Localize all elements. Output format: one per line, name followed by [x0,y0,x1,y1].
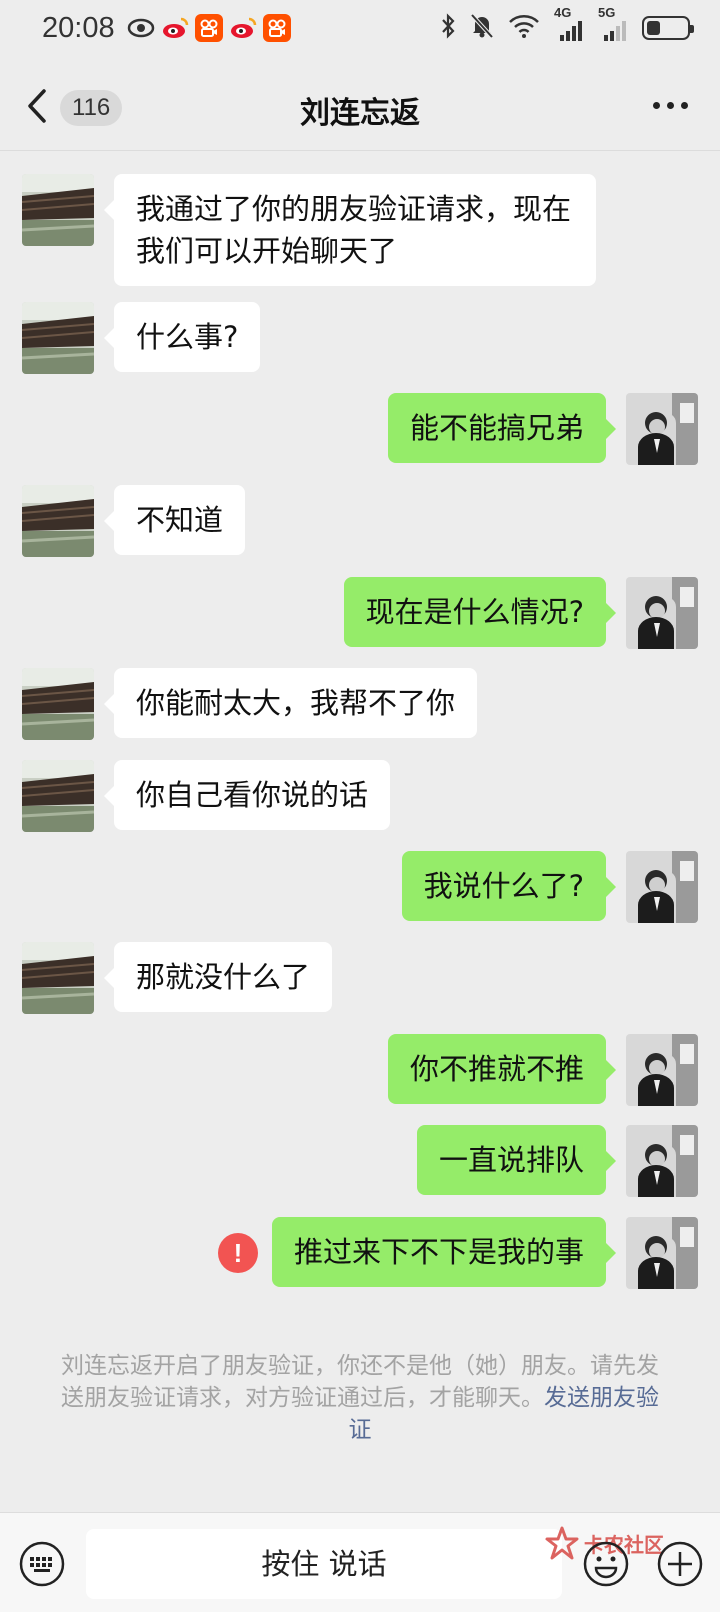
self-avatar[interactable] [626,1034,698,1106]
self-avatar[interactable] [626,577,698,649]
signal-5g: 5G [598,5,628,43]
contact-avatar[interactable] [22,302,94,374]
kuaishou-icon [262,14,291,42]
signal-4g: 4G [554,5,584,43]
message-bubble[interactable]: 现在是什么情况? [343,577,617,647]
message-bubble[interactable]: 那就没什么了 [103,942,333,1012]
message-received: 不知道 [22,485,246,557]
message-bubble[interactable]: 不知道 [103,485,246,555]
message-received: 什么事? [22,302,261,374]
emoji-icon[interactable] [582,1540,630,1592]
bluetooth-icon [440,13,456,43]
wifi-icon [508,14,540,42]
message-sent: 一直说排队 [416,1125,698,1197]
friend-verification-notice: 刘连忘返开启了朋友验证，你还不是他（她）朋友。请先发送朋友验证请求，对方验证通过… [58,1350,662,1446]
eye-icon [127,14,155,42]
message-bubble[interactable]: 你不推就不推 [387,1034,617,1104]
message-sent: 现在是什么情况? [343,577,698,649]
message-bubble[interactable]: 推过来下不下是我的事 [271,1217,617,1287]
hold-to-talk-button[interactable]: 按住 说话 [86,1529,562,1599]
message-received: 那就没什么了 [22,942,333,1014]
contact-avatar[interactable] [22,485,94,557]
status-bar: 20:08 4G 5G [0,0,720,56]
status-time: 20:08 [42,11,115,44]
message-sent: 我说什么了? [401,851,698,923]
message-bubble[interactable]: 能不能搞兄弟 [387,393,617,463]
message-received: 我通过了你的朋友验证请求，现在我们可以开始聊天了 [22,174,596,286]
message-sent-failed: 推过来下不下是我的事 ! [217,1217,698,1289]
self-avatar[interactable] [626,1217,698,1289]
send-failed-icon[interactable]: ! [217,1233,258,1273]
message-bubble[interactable]: 你自己看你说的话 [103,760,391,830]
input-bar: 按住 说话 卡农社区 [0,1512,720,1612]
self-avatar[interactable] [626,851,698,923]
message-bubble[interactable]: 一直说排队 [416,1125,617,1195]
message-bubble[interactable]: 我通过了你的朋友验证请求，现在我们可以开始聊天了 [104,174,596,286]
header-divider [0,150,720,151]
more-dots-icon[interactable] [653,102,688,109]
message-sent: 能不能搞兄弟 [387,393,698,465]
message-received: 你自己看你说的话 [22,760,391,832]
message-bubble[interactable]: 什么事? [103,302,261,372]
battery-icon [642,16,694,40]
contact-avatar[interactable] [22,174,94,246]
weibo-icon [229,14,257,42]
kuaishou-icon [194,14,223,42]
message-bubble[interactable]: 你能耐太大，我帮不了你 [103,668,478,738]
plus-icon[interactable] [656,1540,704,1592]
mute-bell-icon [470,13,494,43]
message-sent: 你不推就不推 [387,1034,698,1106]
message-received: 你能耐太大，我帮不了你 [22,668,478,740]
chat-title: 刘连忘返 [300,96,420,131]
message-bubble[interactable]: 我说什么了? [401,851,617,921]
contact-avatar[interactable] [22,760,94,832]
contact-avatar[interactable] [22,668,94,740]
chat-header: 116 刘连忘返 [0,66,720,150]
contact-avatar[interactable] [22,942,94,1014]
self-avatar[interactable] [626,393,698,465]
weibo-icon [161,14,189,42]
keyboard-icon[interactable] [18,1540,66,1592]
self-avatar[interactable] [626,1125,698,1197]
